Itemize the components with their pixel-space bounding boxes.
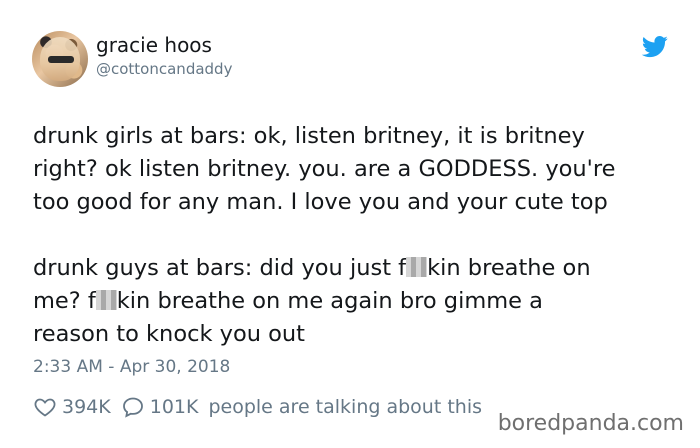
tweet-line: too good for any man. I love you and you…	[33, 189, 608, 215]
talking-about-text[interactable]: people are talking about this	[208, 396, 482, 418]
engagement-bar: 394K 101K people are talking about this	[33, 394, 482, 420]
tweet-text-segment: drunk guys at bars: did you just f	[33, 255, 407, 281]
heart-icon[interactable]	[33, 395, 57, 419]
tweet-line: reason to knock you out	[33, 321, 305, 347]
reply-count: 101K	[149, 396, 199, 418]
tweet-card: gracie hoos @cottoncandaddy drunk girls …	[0, 0, 700, 448]
twitter-bird-icon[interactable]	[641, 36, 669, 58]
watermark: boredpanda.com	[497, 411, 684, 436]
author-handle[interactable]: @cottoncandaddy	[96, 60, 232, 78]
avatar[interactable]	[32, 31, 88, 87]
like-count: 394K	[62, 396, 111, 418]
tweet-text: drunk girls at bars: ok, listen britney,…	[33, 120, 683, 351]
tweet-text-segment: me? f	[33, 288, 96, 314]
speech-bubble-icon[interactable]	[121, 395, 145, 419]
tweet-paragraph-1: drunk girls at bars: ok, listen britney,…	[33, 120, 683, 219]
censor-pixelation	[406, 257, 428, 277]
tweet-text-segment: kin breathe on	[427, 255, 591, 281]
tweet-timestamp[interactable]: 2:33 AM - Apr 30, 2018	[33, 357, 230, 377]
avatar-sunglasses	[48, 56, 74, 63]
censor-pixelation	[95, 290, 117, 310]
tweet-line: right? ok listen britney. you. are a GOD…	[33, 156, 616, 182]
author-display-name[interactable]: gracie hoos	[96, 33, 212, 57]
tweet-paragraph-2: drunk guys at bars: did you just f kin br…	[33, 252, 683, 351]
tweet-text-segment: kin breathe on me again bro gimme a	[116, 288, 543, 314]
tweet-line: drunk girls at bars: ok, listen britney,…	[33, 123, 585, 149]
